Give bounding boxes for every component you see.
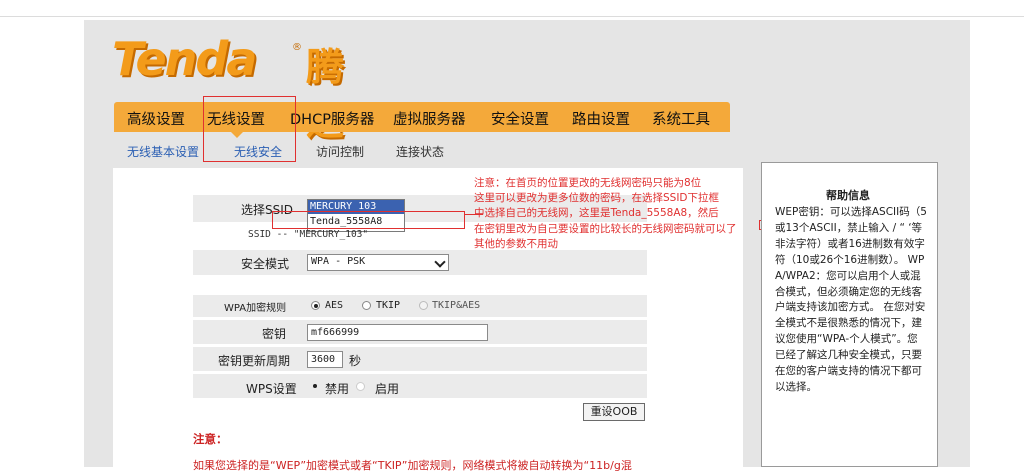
radio-aes[interactable] xyxy=(311,301,320,310)
annotation-line: 中选择自己的无线网，这里是Tenda_5558A8，然后 xyxy=(474,207,719,220)
registered-mark: ® xyxy=(292,42,302,53)
radio-wps-disable-label: 禁用 xyxy=(325,382,350,396)
annotation-text: 注意：在首页的位置更改的无线网密码只能为8位 这里可以更改为更多位数的密码，在选… xyxy=(474,176,737,252)
annotation-line: 注意：在首页的位置更改的无线网密码只能为8位 xyxy=(474,177,702,189)
radio-wps-enable[interactable] xyxy=(356,382,365,391)
radio-aes-label: AES xyxy=(325,300,344,311)
logo-text-en: Tenda xyxy=(112,32,257,86)
renew-period-label: 密钥更新周期 xyxy=(218,354,291,368)
radio-wps-disable[interactable] xyxy=(311,382,320,391)
radio-tkip-aes[interactable] xyxy=(419,301,428,310)
subtab-connection-status[interactable]: 连接状态 xyxy=(396,143,444,160)
subtab-wireless-basic[interactable]: 无线基本设置 xyxy=(127,143,199,160)
radio-wps-enable-label: 启用 xyxy=(375,382,400,396)
radio-tkip-aes-label: TKIP&AES xyxy=(432,300,481,311)
reset-oob-button[interactable]: 重设OOB xyxy=(583,403,645,421)
tab-advanced-settings[interactable]: 高级设置 xyxy=(127,108,185,129)
help-text: WEP密钥：可以选择ASCII码（5或13个ASCII，禁止输入 / “ ‘等非… xyxy=(775,206,927,393)
subtab-access-control[interactable]: 访问控制 xyxy=(316,143,364,160)
tab-dhcp-server[interactable]: DHCP服务器 xyxy=(290,108,374,129)
help-panel: 帮助信息 WEP密钥：可以选择ASCII码（5或13个ASCII，禁止输入 / … xyxy=(761,162,938,467)
chevron-down-icon xyxy=(434,256,446,268)
security-mode-value: WPA - PSK xyxy=(311,256,366,267)
security-mode-select[interactable]: WPA - PSK xyxy=(307,254,449,271)
notes-title: 注意： xyxy=(193,432,228,446)
annotation-line: 这里可以更改为更多位数的密码，在选择SSID下拉框 xyxy=(474,192,720,205)
annotation-line: 在密钥里改为自己要设置的比较长的无线网密码就可以了 xyxy=(474,222,737,235)
renew-unit: 秒 xyxy=(349,354,362,368)
notes-text: 如果您选择的是“WEP”加密模式或者“TKIP”加密规则，网络模式将被自动转换为… xyxy=(193,459,632,472)
tab-virtual-server[interactable]: 虚拟服务器 xyxy=(393,108,466,129)
tab-system-tools[interactable]: 系统工具 xyxy=(652,108,710,129)
wps-label: WPS设置 xyxy=(246,382,297,396)
top-divider xyxy=(0,16,1024,17)
renew-period-input[interactable]: 3600 xyxy=(307,351,343,368)
tab-routing-settings[interactable]: 路由设置 xyxy=(572,108,630,129)
key-input[interactable]: mf666999 xyxy=(307,324,488,341)
highlight-box-wireless-tab xyxy=(203,96,296,162)
help-title: 帮助信息 xyxy=(826,189,870,202)
radio-tkip[interactable] xyxy=(362,301,371,310)
radio-tkip-label: TKIP xyxy=(376,300,401,311)
current-ssid-text: SSID -- "MERCURY_103" xyxy=(248,229,369,240)
security-mode-label: 安全模式 xyxy=(241,257,290,271)
highlight-box-ssid-option xyxy=(272,211,465,229)
wpa-rule-label: WPA加密规则 xyxy=(224,303,287,314)
key-label: 密钥 xyxy=(262,327,287,341)
tab-security-settings[interactable]: 安全设置 xyxy=(491,108,549,129)
